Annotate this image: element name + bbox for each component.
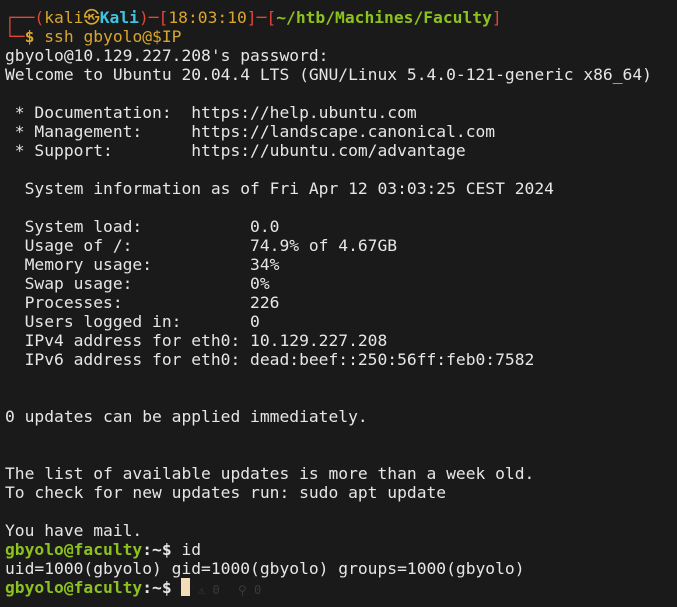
output-line: System information as of Fri Apr 12 03:0… bbox=[5, 179, 554, 198]
output-line: Welcome to Ubuntu 20.04.4 LTS (GNU/Linux… bbox=[5, 65, 652, 84]
output-line: Memory usage: 34% bbox=[5, 255, 280, 274]
output-line: * Documentation: https://help.ubuntu.com bbox=[5, 103, 417, 122]
output-line: Users logged in: 0 bbox=[5, 312, 260, 331]
remote-user-host: gbyolo@faculty bbox=[5, 540, 143, 559]
prompt-time: 18:03:10 bbox=[168, 8, 247, 27]
output-line: 0 updates can be applied immediately. bbox=[5, 407, 368, 426]
output-line: Usage of /: 74.9% of 4.67GB bbox=[5, 236, 398, 255]
ghost-warning-count: 0 bbox=[254, 583, 262, 597]
output-line: IPv6 address for eth0: dead:beef::250:56… bbox=[5, 350, 535, 369]
ghost-signal-icon: ⚲ 0 bbox=[238, 583, 262, 597]
remote-prompt-line: gbyolo@faculty:~$ id bbox=[5, 540, 652, 559]
terminal[interactable]: ┌──(kali㉿Kali)─[18:03:10]─[~/htb/Machine… bbox=[5, 8, 652, 597]
prompt-host: Kali bbox=[99, 8, 139, 27]
id-output: uid=1000(gbyolo) gid=1000(gbyolo) groups… bbox=[5, 559, 525, 578]
prompt-line-2: └─$ ssh gbyolo@$IP bbox=[5, 27, 182, 46]
ghost-warning-icon: ⚠ 0 bbox=[198, 583, 220, 597]
cursor bbox=[181, 578, 191, 596]
output-line: * Management: https://landscape.canonica… bbox=[5, 122, 496, 141]
output-line: IPv4 address for eth0: 10.129.227.208 bbox=[5, 331, 388, 350]
output-line: To check for new updates run: sudo apt u… bbox=[5, 483, 447, 502]
remote-path: :~$ bbox=[142, 540, 182, 559]
ghost-error-count: 0 bbox=[212, 583, 220, 597]
output-line: Processes: 226 bbox=[5, 293, 280, 312]
active-user-host: gbyolo@faculty bbox=[5, 578, 143, 597]
prompt-user: kali bbox=[44, 8, 84, 27]
active-prompt-line[interactable]: gbyolo@faculty:~$ bbox=[5, 578, 652, 597]
output-line: You have mail. bbox=[5, 521, 143, 540]
output-line: gbyolo@10.129.227.208's password: bbox=[5, 46, 329, 65]
prompt-path: ~/htb/Machines/Faculty bbox=[276, 8, 492, 27]
prompt-line-1: ┌──(kali㉿Kali)─[18:03:10]─[~/htb/Machine… bbox=[5, 8, 502, 27]
output-line: The list of available updates is more th… bbox=[5, 464, 535, 483]
remote-command: id bbox=[181, 540, 202, 559]
output-line: System load: 0.0 bbox=[5, 217, 280, 236]
command-text: ssh gbyolo@$IP bbox=[44, 27, 182, 46]
output-line: * Support: https://ubuntu.com/advantage bbox=[5, 141, 466, 160]
output-line: Swap usage: 0% bbox=[5, 274, 270, 293]
active-path: :~$ bbox=[142, 578, 182, 597]
